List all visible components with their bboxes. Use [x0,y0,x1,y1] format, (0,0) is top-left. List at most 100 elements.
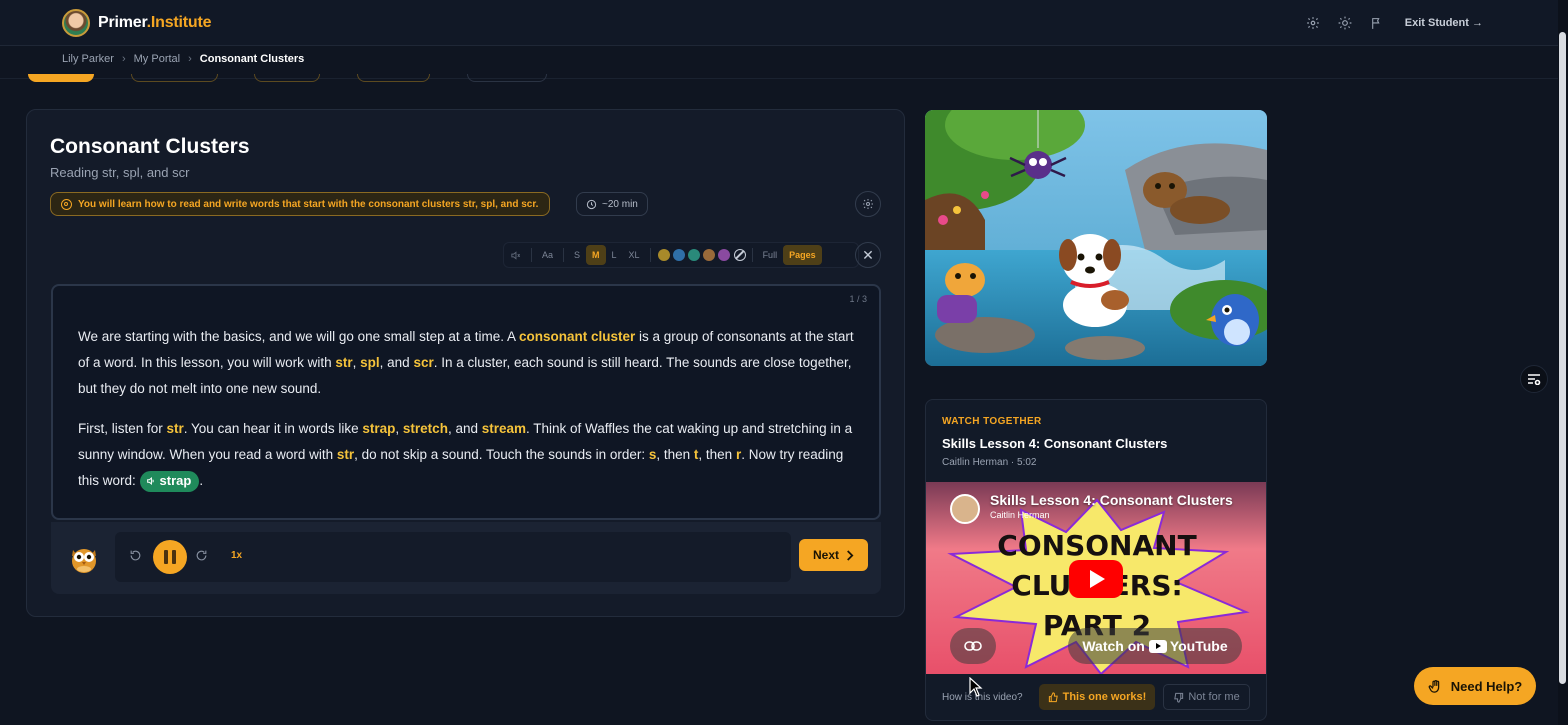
mouse-cursor-icon [969,677,983,697]
youtube-embed[interactable]: Skills Lesson 4: Consonant Clusters Cait… [926,482,1266,674]
sun-icon[interactable] [1337,15,1353,31]
target-icon [61,198,72,210]
scrolled-tab-pill [357,74,430,82]
size-xl-button[interactable]: XL [623,245,646,265]
speaker-icon [511,250,521,260]
highlighted-term: strap [362,421,396,436]
view-full-button[interactable]: Full [757,245,784,265]
close-icon: ✕ [862,246,874,263]
reading-passage: 1 / 3 We are starting with the basics, a… [51,284,881,520]
pause-button[interactable] [153,540,187,574]
lesson-title: Consonant Clusters [50,135,250,158]
toolbar-divider [563,248,565,262]
embed-channel[interactable]: Caitlin Herman [990,510,1050,520]
breadcrumb-portal[interactable]: My Portal [134,53,180,65]
highlighted-term: spl [360,355,380,370]
embed-title[interactable]: Skills Lesson 4: Consonant Clusters [990,492,1233,508]
reader-toolbar: Aa S M L XL Full Pages [503,242,859,268]
size-m-button[interactable]: M [586,245,606,265]
swatch-blue[interactable] [673,249,686,261]
page-scrollbar[interactable] [1558,0,1568,725]
chevron-right-icon: › [121,53,126,65]
playback-speed-button[interactable]: 1x [231,550,242,561]
open-panel-button[interactable] [1520,365,1548,393]
swatch-brown[interactable] [703,249,716,261]
chevron-right-icon [847,549,854,561]
highlighted-term: stream [481,421,526,436]
exit-student-button[interactable]: Exit Student → [1405,17,1483,29]
youtube-play-button[interactable] [1069,560,1123,598]
objective-text: You will learn how to read and write wor… [78,198,539,210]
highlighted-term: str [166,421,184,436]
scrolled-tab-pill [131,74,218,82]
swatch-teal[interactable] [688,249,701,261]
toolbar-divider [751,248,753,262]
passage-text: , and [447,421,482,436]
speaker-icon [146,477,154,486]
font-toggle[interactable]: Aa [536,245,559,265]
breadcrumb-divider [0,78,1558,79]
need-help-label: Need Help? [1450,678,1523,694]
highlighted-term: consonant cluster [518,329,636,344]
breadcrumb-student[interactable]: Lily Parker [62,53,114,65]
next-button[interactable]: Next [799,539,868,571]
channel-avatar[interactable] [950,494,980,524]
forward-button[interactable] [195,549,208,562]
watch-on-youtube-button[interactable]: Watch on YouTube [1068,628,1242,664]
brand-home-link[interactable]: Primer.Institute [62,9,211,37]
no-color-icon[interactable] [733,249,746,261]
video-eyebrow: WATCH TOGETHER [942,416,1042,427]
video-meta: Caitlin Herman · 5:02 [942,457,1037,468]
forward-icon [196,550,207,561]
rewind-button[interactable] [129,549,142,562]
swatch-gold[interactable] [658,249,671,261]
copy-link-button[interactable] [950,628,996,664]
passage-paragraph-2: First, listen for str. You can hear it i… [78,416,858,494]
passage-text: First, listen for [78,421,167,436]
lesson-subtitle: Reading str, spl, and scr [50,165,190,180]
scrollbar-thumb[interactable] [1559,32,1566,684]
passage-text: , [352,355,361,370]
scrolled-tab-pill [28,74,94,82]
passage-text: . [199,473,204,488]
gear-icon[interactable] [1305,15,1321,31]
view-pages-button[interactable]: Pages [783,245,822,265]
story-illustration [925,110,1267,366]
read-aloud-toggle[interactable] [504,245,527,265]
toolbar-divider [531,248,532,262]
watch-on-label: Watch on [1082,638,1145,654]
size-l-button[interactable]: L [606,245,623,265]
highlighted-term: stretch [402,421,448,436]
swatch-purple[interactable] [718,249,731,261]
flag-icon[interactable] [1369,15,1385,31]
audio-player: 1x Next [51,522,881,594]
breadcrumb: Lily Parker › My Portal › Consonant Clus… [62,53,304,65]
not-for-me-button[interactable]: Not for me [1163,684,1250,710]
passage-text: . You can hear it in words like [183,421,363,436]
learning-objective-badge: You will learn how to read and write wor… [50,192,551,216]
need-help-button[interactable]: Need Help? [1414,667,1536,705]
sliders-icon [1528,374,1541,385]
passage-text: , then [698,447,736,462]
highlighted-term: scr [413,355,434,370]
link-icon [964,641,982,651]
passage-text: , do not skip a sound. Touch the sounds … [354,447,649,462]
duration-badge: ~20 min [576,192,648,216]
close-toolbar-button[interactable]: ✕ [855,242,881,268]
page-counter: 1 / 3 [849,294,867,304]
highlighted-term: str [335,355,353,370]
reader-settings-button[interactable] [855,191,881,217]
passage-text: , and [379,355,414,370]
brand-avatar-logo [62,9,90,37]
this-one-works-button[interactable]: This one works! [1038,684,1156,710]
practice-word-chip[interactable]: strap [139,470,200,492]
breadcrumb-current: Consonant Clusters [199,53,305,65]
header-actions: Exit Student → [1305,0,1483,46]
thumbs-up-icon [1048,691,1058,702]
hand-icon [1428,679,1439,693]
owl-mascot-icon [72,549,96,573]
clock-icon [586,199,597,209]
size-s-button[interactable]: S [568,245,586,265]
rewind-icon [130,550,141,561]
lesson-card: Consonant Clusters Reading str, spl, and… [26,109,905,617]
